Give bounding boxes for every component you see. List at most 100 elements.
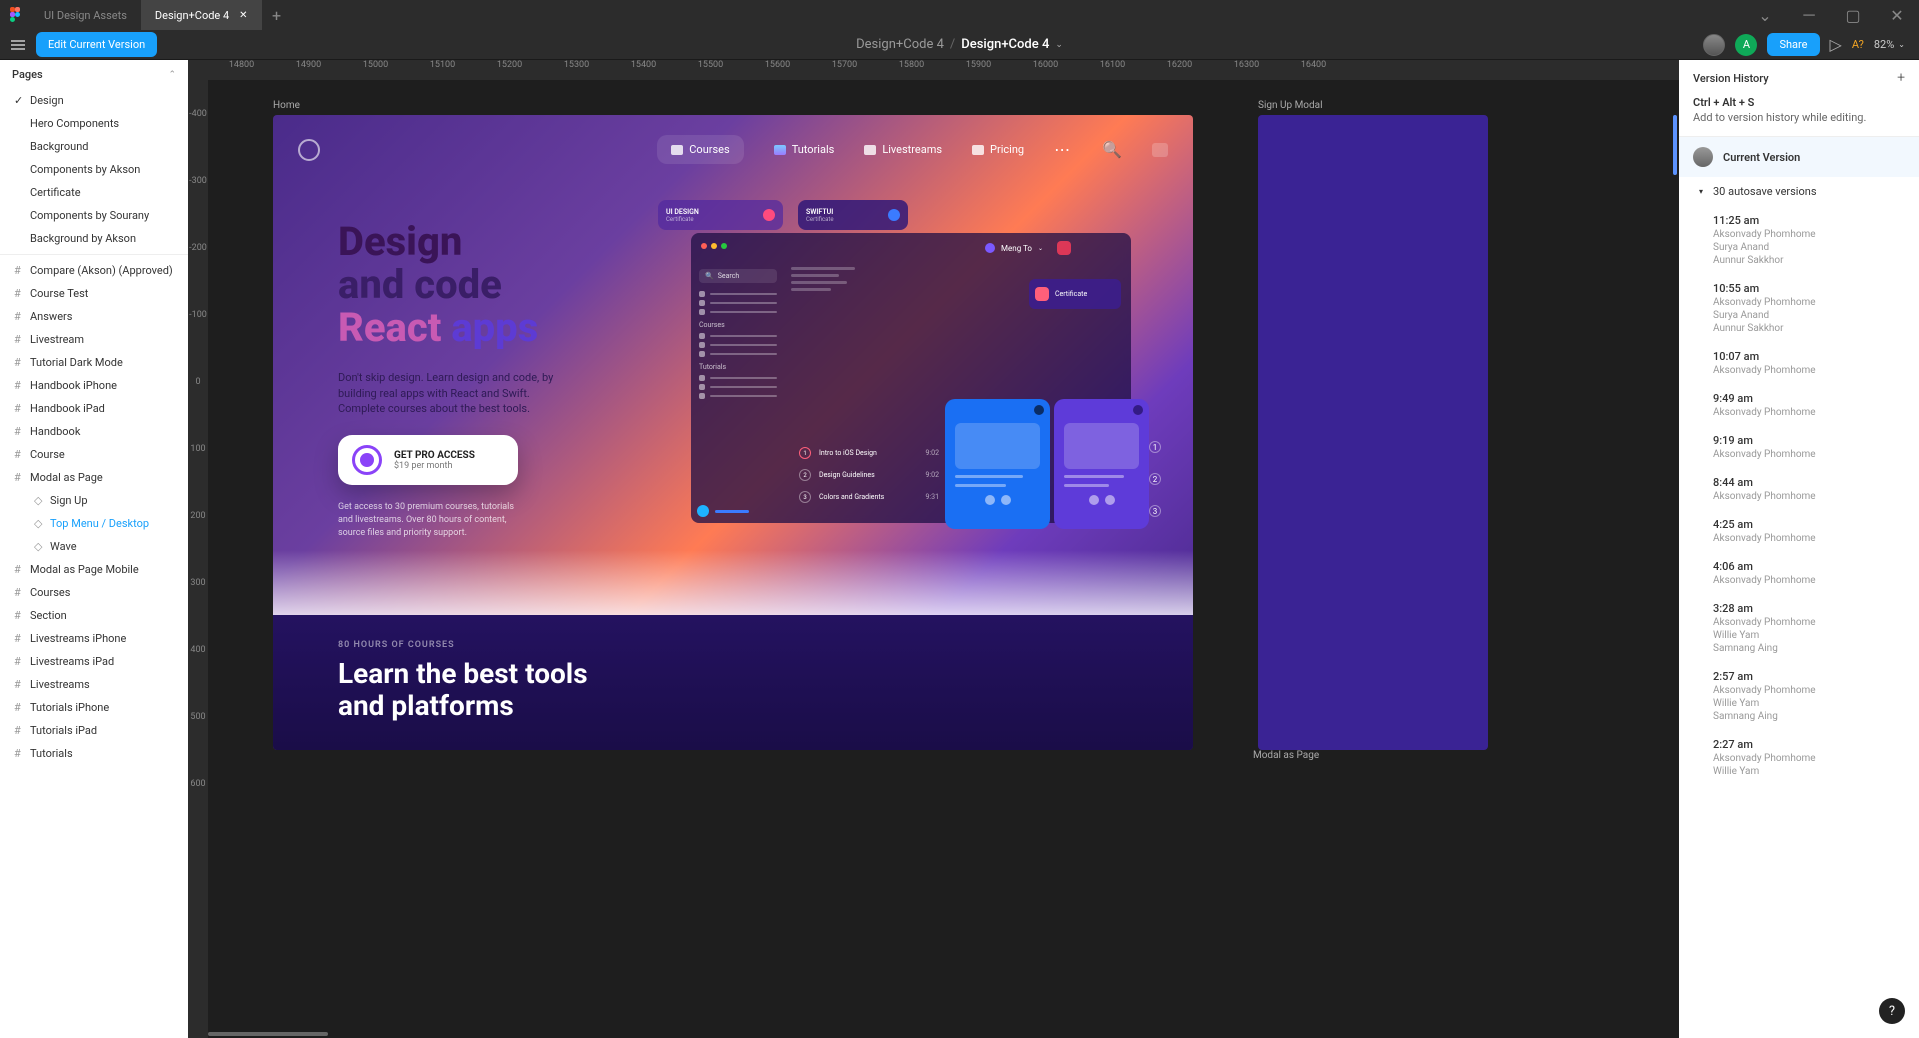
layer-item[interactable]: #Course Test: [0, 282, 188, 305]
mini-card-swiftui[interactable]: SWIFTUICertificate: [798, 200, 908, 230]
circle-icon[interactable]: [697, 505, 709, 517]
frame-label-modal[interactable]: Modal as Page: [1253, 750, 1319, 761]
page-item[interactable]: Background: [0, 135, 188, 158]
chevron-down-icon[interactable]: ⌄: [1898, 40, 1905, 49]
course-card-2[interactable]: [1054, 399, 1149, 529]
site-logo-icon[interactable]: [298, 139, 320, 161]
help-button[interactable]: ?: [1879, 998, 1905, 1024]
minimize-icon[interactable]: ─: [1787, 0, 1831, 30]
page-item[interactable]: Design: [0, 89, 188, 112]
layer-item[interactable]: #Handbook iPad: [0, 397, 188, 420]
canvas-scrollbar[interactable]: [1673, 115, 1677, 175]
layer-item[interactable]: #Tutorials: [0, 742, 188, 765]
nav-tutorials[interactable]: Tutorials: [774, 143, 835, 156]
horizontal-scrollbar[interactable]: [208, 1032, 328, 1036]
version-item[interactable]: 4:06 amAksonvady Phomhome: [1679, 552, 1919, 594]
layer-item[interactable]: #Handbook iPhone: [0, 374, 188, 397]
version-item[interactable]: 11:25 amAksonvady PhomhomeSurya AnandAun…: [1679, 206, 1919, 274]
avatar-user-1[interactable]: [1703, 34, 1725, 56]
page-dot[interactable]: 1: [1149, 441, 1161, 453]
version-item[interactable]: 9:19 amAksonvady Phomhome: [1679, 426, 1919, 468]
course-card-1[interactable]: [945, 399, 1050, 529]
layer-item[interactable]: #Livestreams iPhone: [0, 627, 188, 650]
pro-access-card[interactable]: GET PRO ACCESS $19 per month: [338, 435, 518, 485]
page-item[interactable]: Components by Akson: [0, 158, 188, 181]
version-time: 9:19 am: [1713, 434, 1905, 447]
layer-item[interactable]: ◇Top Menu / Desktop: [0, 512, 188, 535]
missing-fonts-badge[interactable]: A?: [1852, 38, 1864, 51]
layer-item[interactable]: #Compare (Akson) (Approved): [0, 259, 188, 282]
layer-item[interactable]: #Handbook: [0, 420, 188, 443]
version-item[interactable]: 3:28 amAksonvady PhomhomeWillie YamSamna…: [1679, 594, 1919, 662]
mini-card-ui-design[interactable]: UI DESIGNCertificate: [658, 200, 783, 230]
nav-livestreams[interactable]: Livestreams: [864, 143, 942, 156]
current-version-row[interactable]: Current Version: [1679, 137, 1919, 177]
frame-label-home[interactable]: Home: [273, 100, 300, 111]
pages-header[interactable]: Pages⌃: [0, 60, 188, 89]
layer-item[interactable]: #Course: [0, 443, 188, 466]
collapse-icon[interactable]: ⌃: [168, 70, 176, 80]
version-item[interactable]: 9:49 amAksonvady Phomhome: [1679, 384, 1919, 426]
version-item[interactable]: 4:25 amAksonvady Phomhome: [1679, 510, 1919, 552]
frame-home[interactable]: Courses Tutorials Livestreams Pricing ⋯ …: [273, 115, 1193, 750]
version-item[interactable]: 10:07 amAksonvady Phomhome: [1679, 342, 1919, 384]
version-item[interactable]: 2:27 amAksonvady PhomhomeWillie Yam: [1679, 730, 1919, 785]
close-window-icon[interactable]: ✕: [1875, 0, 1919, 30]
user-dropdown[interactable]: Meng To⌄: [985, 241, 1071, 255]
breadcrumb[interactable]: Design+Code 4 / Design+Code 4 ⌄: [856, 37, 1063, 52]
lesson-row[interactable]: 2Design Guidelines9:02: [799, 469, 939, 481]
version-item[interactable]: 2:57 amAksonvady PhomhomeWillie YamSamna…: [1679, 662, 1919, 730]
certificate-card[interactable]: Certificate: [1029, 279, 1121, 309]
frame-signup[interactable]: [1258, 115, 1488, 750]
layer-item[interactable]: #Livestream: [0, 328, 188, 351]
new-tab-button[interactable]: +: [262, 6, 292, 25]
avatar-user-2[interactable]: A: [1735, 34, 1757, 56]
layer-item[interactable]: #Livestreams iPad: [0, 650, 188, 673]
menu-icon[interactable]: [0, 40, 36, 50]
present-icon[interactable]: ▷: [1830, 35, 1842, 54]
maximize-icon[interactable]: ▢: [1831, 0, 1875, 30]
autosave-toggle[interactable]: 30 autosave versions: [1679, 177, 1919, 206]
layer-item[interactable]: #Modal as Page: [0, 466, 188, 489]
layer-item[interactable]: #Tutorials iPhone: [0, 696, 188, 719]
chevron-down-icon[interactable]: ⌄: [1055, 40, 1063, 50]
lesson-row[interactable]: 1Intro to iOS Design9:02: [799, 447, 939, 459]
account-icon[interactable]: [1152, 143, 1168, 157]
tab-ui-design-assets[interactable]: UI Design Assets: [30, 0, 141, 30]
layer-item[interactable]: ◇Wave: [0, 535, 188, 558]
canvas[interactable]: 1480014900150001510015200153001540015500…: [188, 60, 1679, 1038]
layer-item[interactable]: #Modal as Page Mobile: [0, 558, 188, 581]
tab-design-code-4[interactable]: Design+Code 4✕: [141, 0, 262, 30]
close-icon[interactable]: ✕: [239, 10, 247, 21]
layer-item[interactable]: #Section: [0, 604, 188, 627]
figma-logo-icon[interactable]: [0, 7, 30, 23]
screen-icon: [864, 145, 876, 155]
chevron-down-icon[interactable]: ⌄: [1743, 0, 1787, 30]
page-dot[interactable]: 3: [1149, 505, 1161, 517]
version-item[interactable]: 10:55 amAksonvady PhomhomeSurya AnandAun…: [1679, 274, 1919, 342]
add-icon[interactable]: +: [1897, 70, 1905, 86]
layer-item[interactable]: #Answers: [0, 305, 188, 328]
lesson-row[interactable]: 3Colors and Gradients9:31: [799, 491, 939, 503]
nav-more-icon[interactable]: ⋯: [1054, 140, 1072, 159]
share-button[interactable]: Share: [1767, 33, 1819, 56]
version-item[interactable]: 8:44 amAksonvady Phomhome: [1679, 468, 1919, 510]
layer-item[interactable]: #Tutorials iPad: [0, 719, 188, 742]
nav-pricing[interactable]: Pricing: [972, 143, 1024, 156]
layer-item[interactable]: ◇Sign Up: [0, 489, 188, 512]
frame-icon: #: [14, 724, 21, 737]
search-input[interactable]: 🔍Search: [699, 269, 777, 283]
page-dot[interactable]: 2: [1149, 473, 1161, 485]
layer-item[interactable]: #Courses: [0, 581, 188, 604]
frame-label-signup[interactable]: Sign Up Modal: [1258, 100, 1323, 111]
layer-item[interactable]: #Tutorial Dark Mode: [0, 351, 188, 374]
zoom-control[interactable]: 82%⌄: [1874, 38, 1905, 51]
page-item[interactable]: Background by Akson: [0, 227, 188, 250]
page-item[interactable]: Hero Components: [0, 112, 188, 135]
search-icon[interactable]: 🔍: [1102, 140, 1122, 159]
page-item[interactable]: Certificate: [0, 181, 188, 204]
nav-courses[interactable]: Courses: [657, 135, 743, 164]
layer-item[interactable]: #Livestreams: [0, 673, 188, 696]
edit-version-button[interactable]: Edit Current Version: [36, 32, 157, 57]
page-item[interactable]: Components by Sourany: [0, 204, 188, 227]
